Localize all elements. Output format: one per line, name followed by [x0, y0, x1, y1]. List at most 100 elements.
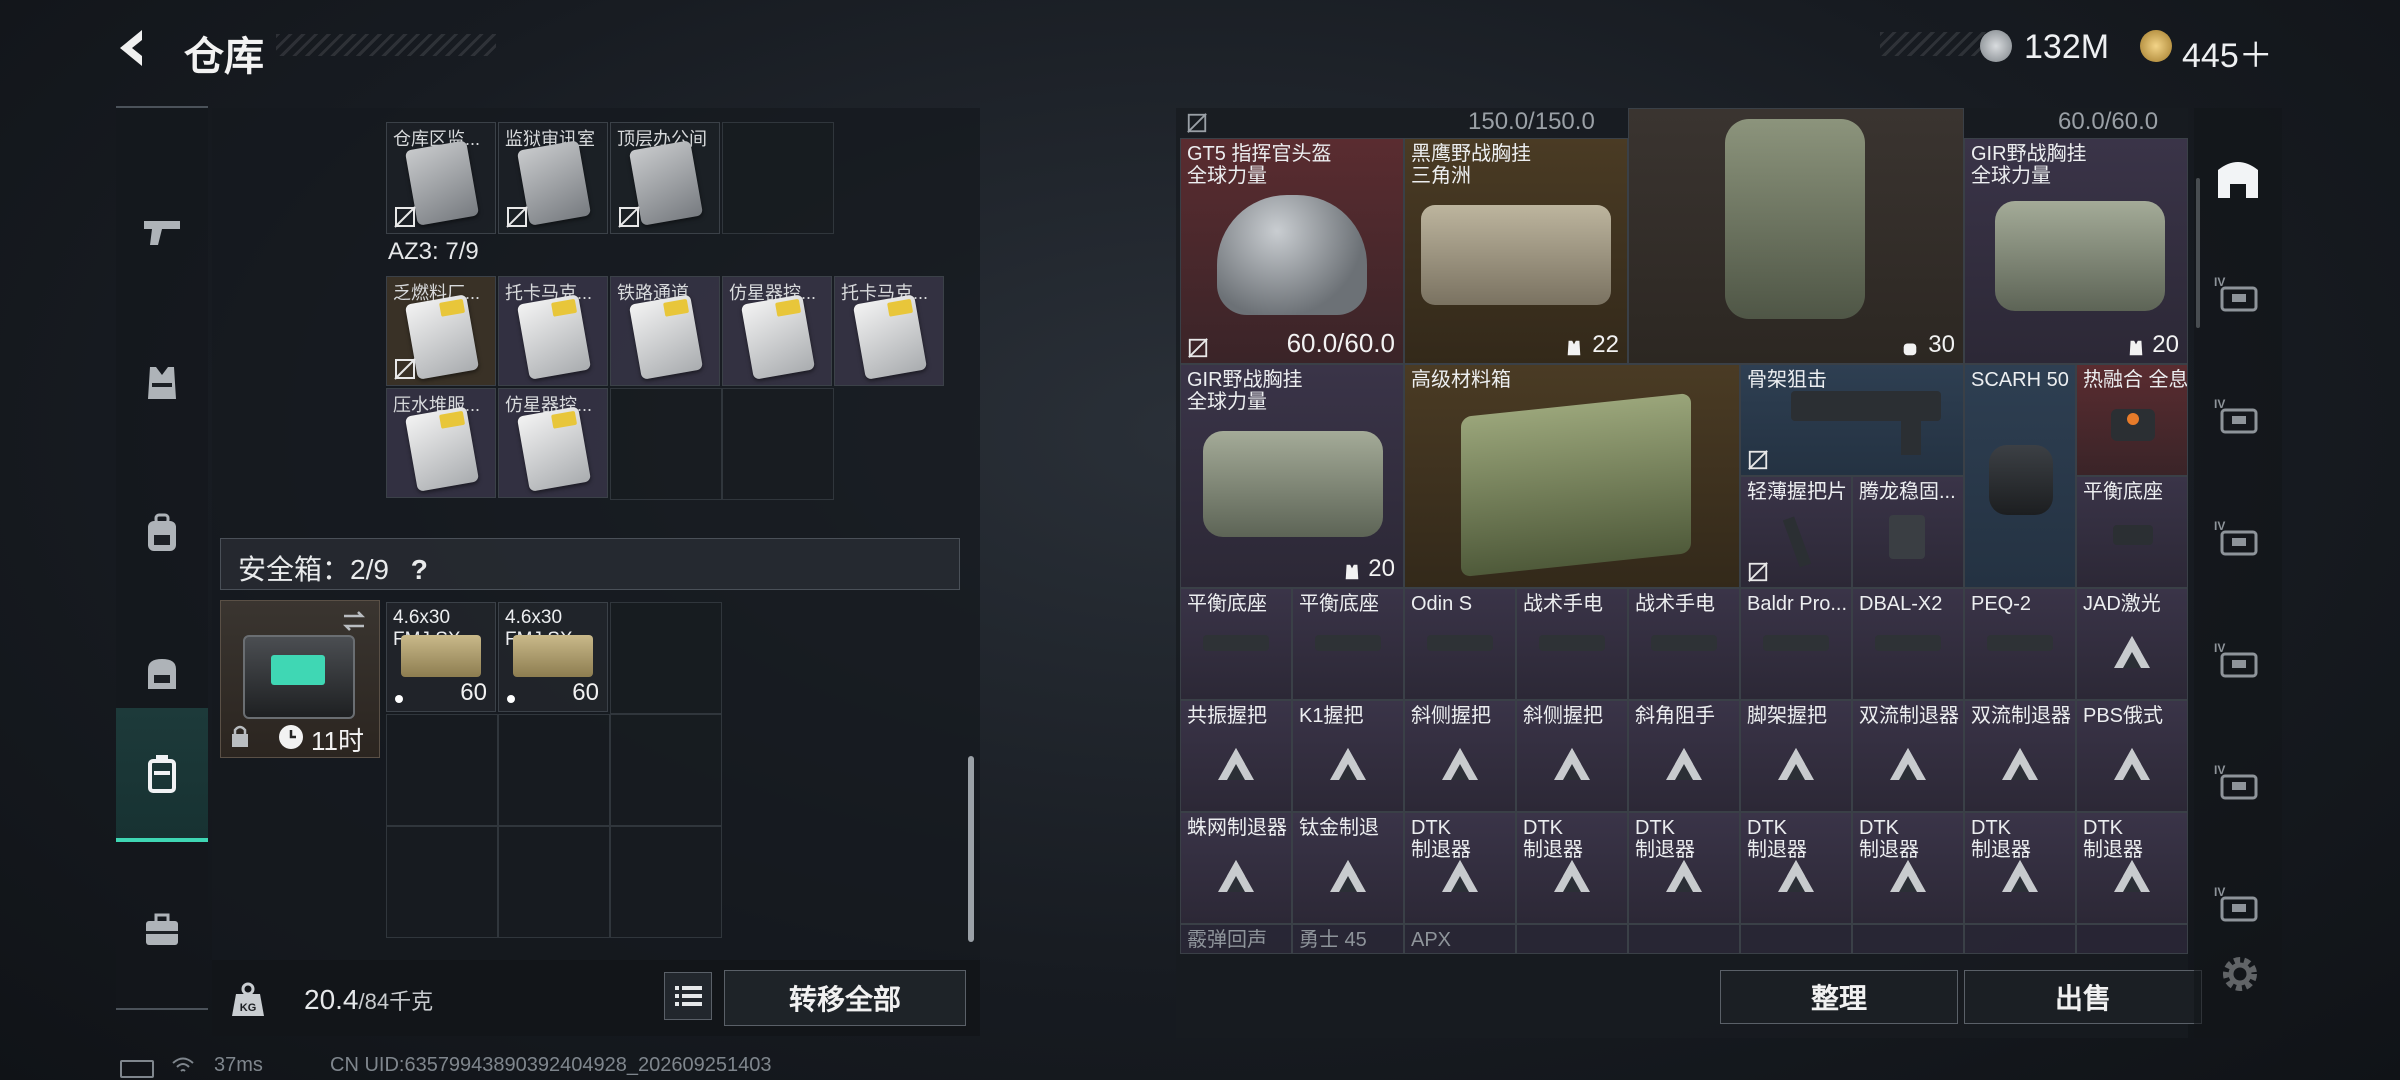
- stash-tab-case[interactable]: IV: [2194, 236, 2282, 354]
- weapon-item[interactable]: APX: [1404, 924, 1516, 954]
- keycard-slot[interactable]: 仓库区监...: [386, 122, 496, 234]
- attachment-item[interactable]: 共振握把: [1180, 700, 1292, 812]
- attachment-item[interactable]: 平衡底座: [1180, 588, 1292, 700]
- attachment-item[interactable]: 平衡底座: [1292, 588, 1404, 700]
- empty-slot[interactable]: [722, 388, 834, 500]
- muzzle-item[interactable]: 蛛网制退器: [1180, 812, 1292, 924]
- weapon-item[interactable]: 霰弹回声: [1180, 924, 1292, 954]
- attachment-item[interactable]: PBS俄式: [2076, 700, 2188, 812]
- vest-item[interactable]: 黑鹰野战胸挂 三角洲 22: [1404, 138, 1628, 364]
- muzzle-item[interactable]: DTK 制退器: [1516, 812, 1628, 924]
- empty-slot[interactable]: [610, 388, 722, 500]
- backpack-item[interactable]: 30: [1628, 108, 1964, 364]
- attachment-item[interactable]: 双流制退器: [1964, 700, 2076, 812]
- drum-mag-image: [1989, 445, 2053, 515]
- nav-safebox[interactable]: [116, 708, 208, 842]
- attachment-item[interactable]: 战术手电: [1516, 588, 1628, 700]
- empty-slot[interactable]: [386, 826, 498, 938]
- attachment-item[interactable]: 脚架握把: [1740, 700, 1852, 812]
- keycard-slot[interactable]: 压水堆服...: [386, 388, 496, 498]
- muzzle-item[interactable]: DTK 制退器: [1852, 812, 1964, 924]
- attachment-item[interactable]: 双流制退器: [1852, 700, 1964, 812]
- stash-tab-case[interactable]: IV: [2194, 358, 2282, 476]
- empty-slot[interactable]: [1628, 924, 1740, 954]
- grip-item[interactable]: 轻薄握把片: [1740, 476, 1852, 588]
- nav-backpack[interactable]: [116, 468, 208, 598]
- attachment-item[interactable]: 战术手电: [1628, 588, 1740, 700]
- nav-toolbox[interactable]: [116, 864, 208, 994]
- back-arrow-icon[interactable]: [112, 26, 156, 70]
- category-nav: [116, 106, 208, 1010]
- weight-readout: 20.4/84千克: [304, 984, 433, 1016]
- item-name: PBS俄式: [2083, 705, 2163, 727]
- keycard-slot[interactable]: 顶层办公间: [610, 122, 720, 234]
- gir-vest-item[interactable]: GIR野战胸挂 全球力量 20: [1964, 138, 2188, 364]
- empty-slot[interactable]: [610, 602, 722, 714]
- helmet-item[interactable]: GT5 指挥官头盔 全球力量 60.0/60.0: [1180, 138, 1404, 364]
- list-view-button[interactable]: [664, 972, 712, 1020]
- keycard-slot[interactable]: 仿星器控...: [498, 388, 608, 498]
- nav-weapons[interactable]: [116, 168, 208, 298]
- sight-item[interactable]: 热融合 全息: [2076, 364, 2188, 476]
- empty-slot[interactable]: [1740, 924, 1852, 954]
- empty-slot[interactable]: [610, 826, 722, 938]
- keycard-slot[interactable]: 托卡马克...: [834, 276, 944, 386]
- stash-tab-case[interactable]: IV: [2194, 602, 2282, 720]
- item-name-line: DTK: [1635, 817, 1675, 839]
- empty-slot[interactable]: [498, 714, 610, 826]
- sort-button[interactable]: 整理: [1720, 970, 1958, 1024]
- transfer-all-button[interactable]: 转移全部: [724, 970, 966, 1026]
- attachment-item[interactable]: K1握把: [1292, 700, 1404, 812]
- muzzle-item[interactable]: DTK 制退器: [1404, 812, 1516, 924]
- muzzle-item[interactable]: DTK 制退器: [1628, 812, 1740, 924]
- mount-item[interactable]: 平衡底座: [2076, 476, 2188, 588]
- muzzle-item[interactable]: 钛金制退: [1292, 812, 1404, 924]
- attachment-item[interactable]: 斜侧握把: [1516, 700, 1628, 812]
- stash-tab-case[interactable]: IV: [2194, 846, 2282, 964]
- stash-tab-case[interactable]: IV: [2194, 724, 2282, 842]
- nav-vest[interactable]: [116, 318, 208, 448]
- attachment-item[interactable]: JAD激光: [2076, 588, 2188, 700]
- empty-slot[interactable]: [610, 714, 722, 826]
- magazine-item[interactable]: SCARH 50: [1964, 364, 2076, 588]
- keycard-slot[interactable]: 仿星器控...: [722, 276, 832, 386]
- ammo-slot[interactable]: 4.6x30FMJ SX 60: [498, 602, 608, 712]
- empty-slot[interactable]: [498, 826, 610, 938]
- help-icon[interactable]: ?: [411, 554, 428, 585]
- empty-slot[interactable]: [1964, 924, 2076, 954]
- empty-slot[interactable]: [386, 714, 498, 826]
- material-crate-item[interactable]: 高级材料箱: [1404, 364, 1740, 588]
- attachment-item[interactable]: DBAL-X2: [1852, 588, 1964, 700]
- keycard-slot[interactable]: 托卡马克...: [498, 276, 608, 386]
- list-icon: [675, 986, 702, 1006]
- muzzle-item[interactable]: DTK 制退器: [1740, 812, 1852, 924]
- keycard-slot[interactable]: 监狱审讯室: [498, 122, 608, 234]
- keycard-slot[interactable]: 铁路通道: [610, 276, 720, 386]
- muzzle-item[interactable]: DTK 制退器: [1964, 812, 2076, 924]
- item-name: SCARH 50: [1971, 369, 2069, 391]
- placeholder-triangle-icon: [1218, 860, 1254, 892]
- attachment-item[interactable]: 斜角阻手: [1628, 700, 1740, 812]
- ammo-slot[interactable]: 4.6x30FMJ SX 60: [386, 602, 496, 712]
- attachment-item[interactable]: Odin S: [1404, 588, 1516, 700]
- sell-button[interactable]: 出售: [1964, 970, 2202, 1024]
- empty-slot[interactable]: [722, 122, 834, 234]
- attachment-item[interactable]: PEQ-2: [1964, 588, 2076, 700]
- empty-slot[interactable]: [1516, 924, 1628, 954]
- stash-tab-case[interactable]: IV: [2194, 480, 2282, 598]
- stash-tab-main[interactable]: [2194, 120, 2282, 238]
- muzzle-item[interactable]: DTK 制退器: [2076, 812, 2188, 924]
- gir-vest-item[interactable]: GIR野战胸挂 全球力量 20: [1180, 364, 1404, 588]
- left-scrollbar[interactable]: [968, 756, 974, 942]
- safebox-item[interactable]: 11时: [220, 600, 380, 758]
- grip-item[interactable]: 腾龙稳固...: [1852, 476, 1964, 588]
- premium-currency-amount[interactable]: 445＋: [2182, 28, 2273, 77]
- empty-slot[interactable]: [2076, 924, 2188, 954]
- swap-icon[interactable]: [339, 607, 369, 635]
- attachment-item[interactable]: Baldr Pro...: [1740, 588, 1852, 700]
- keycard-slot[interactable]: 乏燃料厂...: [386, 276, 496, 386]
- stock-item[interactable]: 骨架狙击: [1740, 364, 1964, 476]
- weapon-item[interactable]: 勇士 45: [1292, 924, 1404, 954]
- attachment-item[interactable]: 斜侧握把: [1404, 700, 1516, 812]
- empty-slot[interactable]: [1852, 924, 1964, 954]
